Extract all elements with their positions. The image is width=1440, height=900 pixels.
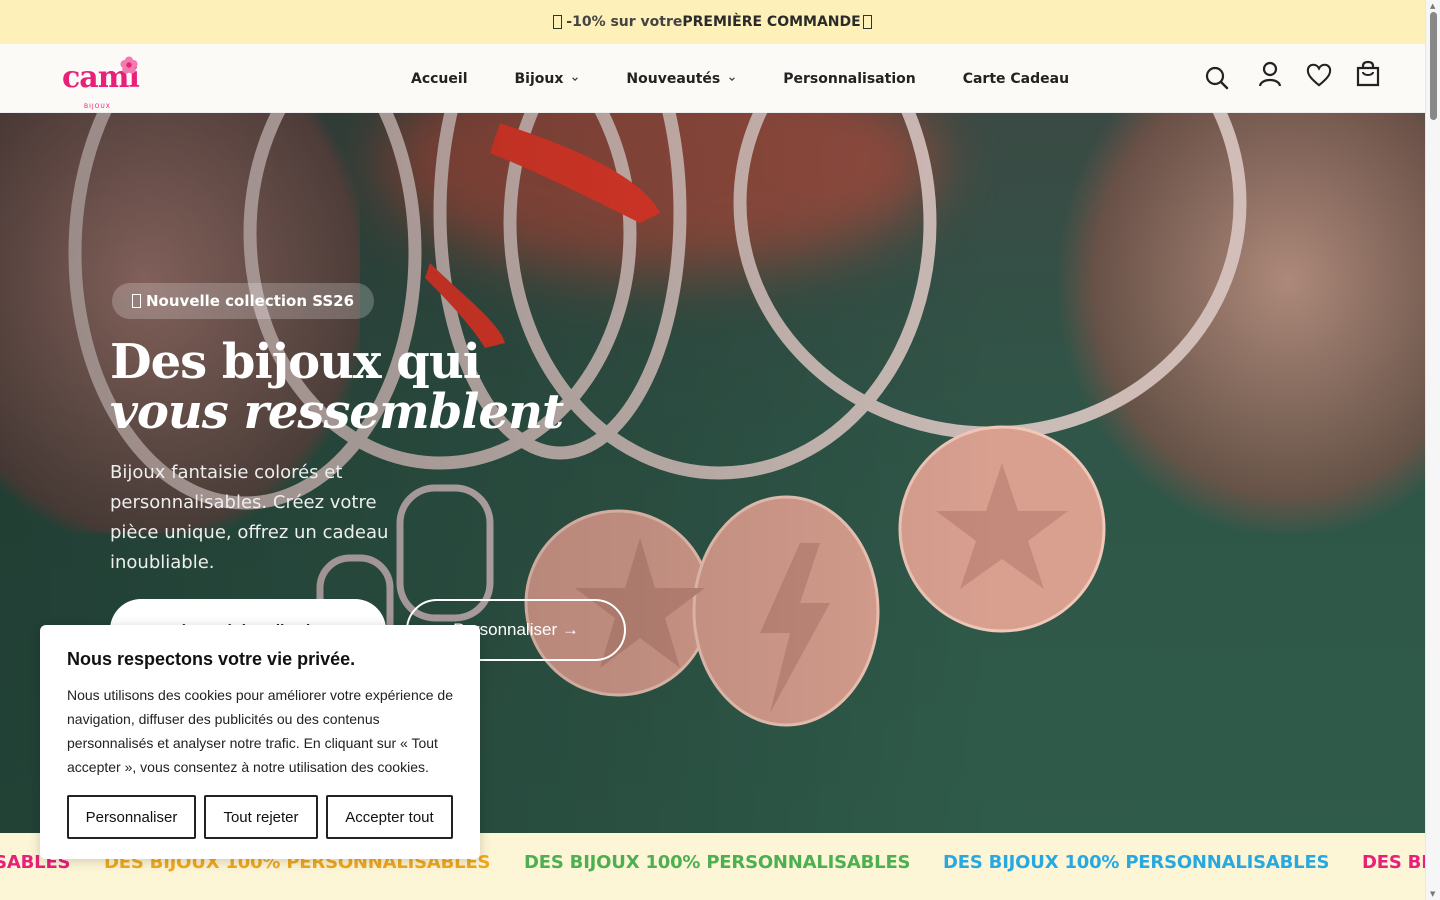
account-icon[interactable]: [1257, 60, 1283, 88]
cookie-title: Nous respectons votre vie privée.: [67, 649, 356, 669]
cookie-body: Nous utilisons des cookies pour améliore…: [67, 687, 453, 775]
flower-icon: [120, 56, 138, 74]
nav-item-nouveautes[interactable]: Nouveautés: [626, 71, 736, 87]
logo[interactable]: cami BIJOUX: [60, 56, 142, 110]
site-header: cami BIJOUX Accueil Bijoux Nouveautés Pe…: [0, 44, 1425, 113]
nav-item-carte-cadeau[interactable]: Carte Cadeau: [963, 71, 1069, 87]
scrollbar-thumb[interactable]: [1430, 12, 1437, 120]
nav-label: Bijoux: [514, 70, 564, 87]
badge-label: Nouvelle collection SS26: [146, 292, 355, 310]
wishlist-heart-icon[interactable]: [1306, 61, 1332, 89]
collection-badge: Nouvelle collection SS26: [112, 283, 375, 319]
nav-item-personnalisation[interactable]: Personnalisation: [783, 71, 915, 87]
main-nav: Accueil Bijoux Nouveautés Personnalisati…: [411, 44, 1116, 113]
headline-line2: vous ressemblent: [110, 384, 564, 440]
nav-label: Personnalisation: [783, 70, 916, 87]
announcement-highlight: PREMIÈRE COMMANDE: [682, 14, 861, 30]
marquee-text: DES BIJOUX 100% PERSONNALISABLES: [1362, 852, 1425, 873]
chevron-down-icon: [572, 76, 579, 81]
nav-label: Accueil: [411, 70, 468, 87]
hero-headline: Des bijoux qui vous ressemblent: [110, 334, 564, 440]
gift-icon: [862, 15, 872, 29]
scroll-down-arrow-icon[interactable]: ▼: [1430, 890, 1435, 898]
cookie-customize-button[interactable]: Personnaliser: [67, 795, 196, 839]
nav-label: Nouveautés: [626, 70, 721, 87]
scroll-up-arrow-icon[interactable]: ▲: [1430, 2, 1435, 10]
marquee-text: DES BIJOUX 100% PERSONNALISABLES: [524, 852, 911, 873]
cookie-consent-dialog: Nous respectons votre vie privée. Nous u…: [40, 625, 480, 859]
headline-line1: Des bijoux qui: [110, 334, 481, 390]
nav-label: Carte Cadeau: [962, 70, 1070, 87]
hero-subtitle: Bijoux fantaisie colorés et personnalisa…: [110, 462, 389, 573]
scrollbar[interactable]: ▲ ▼: [1425, 0, 1440, 900]
cart-bag-icon[interactable]: [1355, 60, 1381, 88]
chevron-down-icon: [729, 76, 736, 81]
nav-item-bijoux[interactable]: Bijoux: [515, 71, 580, 87]
gift-icon: [553, 15, 563, 29]
announcement-prefix: -10% sur votre: [566, 14, 683, 30]
sparkle-icon: [132, 294, 141, 308]
cookie-accept-button[interactable]: Accepter tout: [326, 795, 453, 839]
search-icon[interactable]: [1204, 64, 1230, 92]
announcement-bar: -10% sur votre PREMIÈRE COMMANDE: [0, 0, 1425, 44]
nav-item-accueil[interactable]: Accueil: [411, 71, 468, 87]
marquee-text: DES BIJOUX 100% PERSONNALISABLES: [943, 852, 1330, 873]
cookie-reject-button[interactable]: Tout rejeter: [204, 795, 318, 839]
